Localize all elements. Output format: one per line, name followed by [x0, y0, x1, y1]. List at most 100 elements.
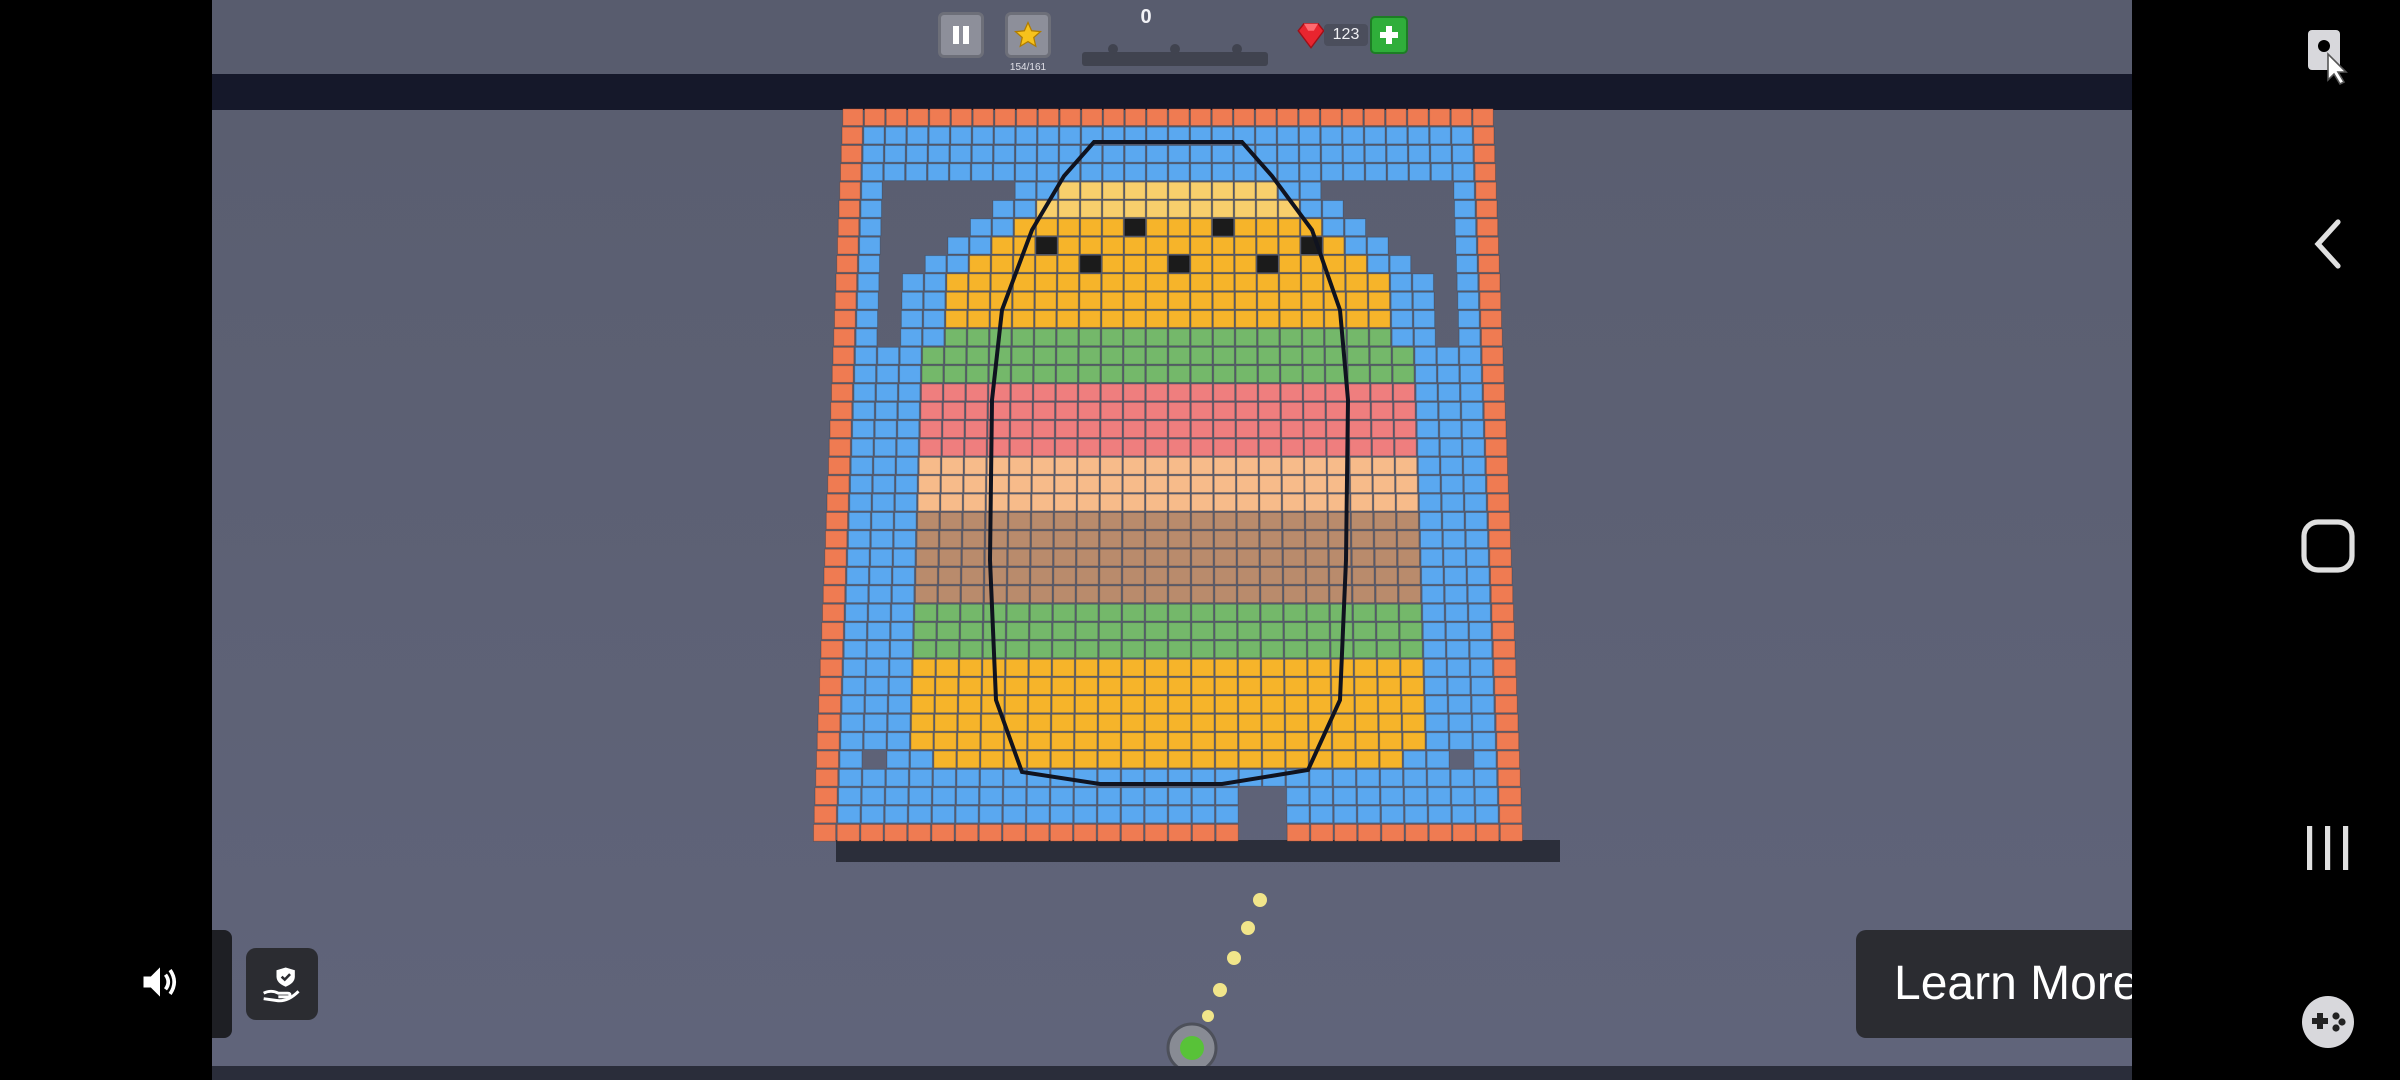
tomato-brick — [1236, 438, 1259, 457]
tomato-brick — [1190, 383, 1213, 402]
frame-brick — [816, 732, 840, 750]
frame-brick — [1343, 163, 1365, 182]
frame-brick — [949, 163, 971, 182]
frame-brick — [1015, 126, 1037, 145]
cheese-brick — [1100, 475, 1123, 494]
frame-brick — [899, 346, 922, 365]
lettuce-brick — [1123, 365, 1146, 383]
frame-brick — [1050, 805, 1074, 824]
bun-brick — [1057, 273, 1079, 292]
tomato-brick — [1258, 420, 1281, 438]
bun-brick — [1261, 713, 1285, 732]
home-button[interactable] — [2296, 514, 2360, 578]
lettuce-brick — [966, 365, 989, 383]
frame-brick — [818, 695, 842, 714]
bun-brick — [1004, 695, 1028, 714]
lettuce-brick — [1280, 365, 1303, 383]
lettuce-brick — [1279, 328, 1302, 347]
frame-brick — [1003, 787, 1027, 805]
lettuce-brick — [1302, 346, 1325, 365]
cheese-brick — [1191, 475, 1214, 494]
screen-capture-button[interactable] — [2296, 24, 2360, 88]
bun-brick — [1257, 310, 1280, 328]
tomato-brick — [1213, 420, 1236, 438]
frame-brick — [1299, 126, 1321, 145]
bun-brick — [1212, 255, 1235, 273]
frame-brick — [870, 530, 894, 549]
frame-brick — [1357, 823, 1381, 842]
frame-brick — [1102, 163, 1124, 182]
lettuce-brick — [1213, 365, 1236, 383]
frame-brick — [1499, 805, 1523, 824]
patty-brick — [1260, 548, 1283, 567]
frame-brick — [950, 108, 973, 127]
bun-brick — [1238, 695, 1262, 714]
frame-brick — [1097, 787, 1121, 805]
game-area[interactable]: 154/161 0 123 — [212, 0, 2132, 1080]
frame-brick — [1447, 658, 1470, 677]
frame-brick — [1459, 365, 1482, 383]
bun-brick — [934, 713, 958, 732]
bun-brick — [945, 291, 968, 310]
frame-brick — [1059, 108, 1081, 127]
bun-brick — [1098, 677, 1122, 695]
bun-brick — [1168, 236, 1190, 255]
add-gems-button[interactable] — [1370, 16, 1408, 54]
brick-board — [813, 108, 1560, 1074]
frame-brick — [908, 805, 932, 824]
frame-brick — [1412, 273, 1434, 292]
bun-brick — [1301, 291, 1324, 310]
tomato-brick — [1393, 383, 1416, 402]
lettuce-brick — [1302, 365, 1325, 383]
learn-more-button[interactable]: Learn More — [1856, 930, 2132, 1038]
frame-brick — [823, 567, 846, 585]
frame-brick — [1404, 805, 1428, 824]
progress-marker — [1108, 44, 1118, 54]
frame-brick — [1475, 181, 1497, 200]
game-tools-button[interactable] — [2296, 990, 2360, 1054]
frame-brick — [831, 383, 853, 402]
frame-brick — [828, 438, 851, 457]
cheese-brick — [1281, 456, 1304, 475]
frame-brick — [885, 787, 909, 805]
frame-brick — [1494, 695, 1518, 714]
sound-button[interactable] — [130, 952, 190, 1012]
patty-brick — [1030, 548, 1054, 567]
tomato-brick — [920, 401, 943, 420]
bun-brick — [934, 695, 958, 714]
bun-brick — [1285, 732, 1309, 750]
frame-brick — [862, 145, 884, 163]
frame-brick — [840, 732, 864, 750]
frame-brick — [1456, 255, 1478, 273]
privacy-button[interactable] — [246, 948, 318, 1020]
frame-brick — [929, 108, 951, 127]
bun-brick — [1146, 310, 1168, 328]
tomato-brick — [1190, 401, 1213, 420]
frame-brick — [1385, 108, 1407, 127]
frame-brick — [972, 126, 994, 145]
frame-brick — [863, 126, 885, 145]
frame-brick — [908, 787, 932, 805]
frame-brick — [1333, 805, 1357, 824]
bun-brick — [1121, 695, 1145, 714]
pause-button[interactable] — [938, 12, 984, 58]
back-button[interactable] — [2296, 212, 2360, 276]
frame-brick — [1364, 145, 1387, 163]
launcher-core — [1180, 1036, 1204, 1060]
star-button[interactable] — [1005, 12, 1051, 58]
bun-brick — [1168, 218, 1190, 237]
frame-brick — [872, 475, 895, 494]
frame-brick — [1409, 163, 1431, 182]
frame-brick — [884, 145, 906, 163]
frame-brick — [890, 622, 914, 640]
frame-brick — [931, 823, 955, 842]
gem-count: 123 — [1324, 24, 1368, 46]
bun-brick — [1123, 310, 1146, 328]
bun-brick — [1101, 310, 1124, 328]
lettuce-brick — [1101, 346, 1123, 365]
bun-brick — [1102, 218, 1124, 237]
frame-brick — [866, 658, 889, 677]
seed-brick — [1124, 218, 1146, 237]
frame-brick — [1026, 805, 1050, 824]
recents-button[interactable] — [2296, 816, 2360, 880]
